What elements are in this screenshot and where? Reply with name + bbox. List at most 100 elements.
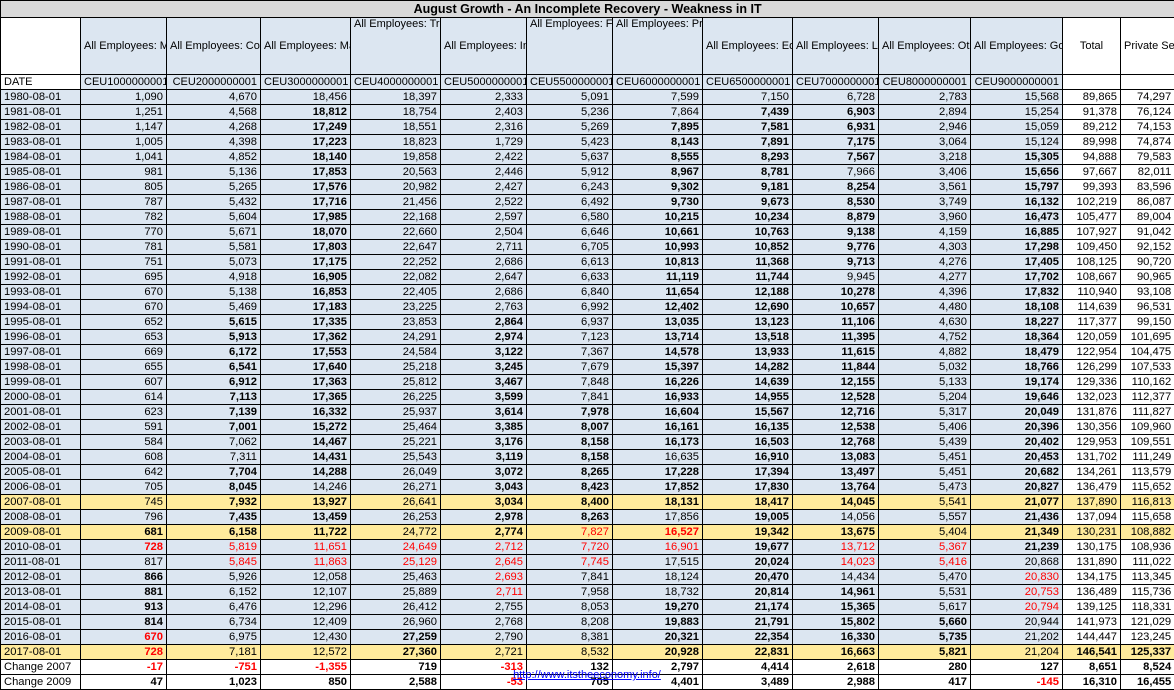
table-cell: 5,236 [527, 105, 613, 120]
table-cell: 817 [81, 555, 167, 570]
table-cell: 12,402 [613, 300, 703, 315]
table-cell: 15,365 [793, 600, 879, 615]
table-cell: 8,158 [527, 450, 613, 465]
table-cell: 12,768 [793, 435, 879, 450]
table-cell: 20,321 [613, 630, 703, 645]
table-cell: 110,162 [1121, 375, 1174, 390]
table-cell: 23,853 [351, 315, 441, 330]
row-date: 2010-08-01 [1, 540, 81, 555]
table-cell: 12,528 [793, 390, 879, 405]
table-cell: 10,661 [613, 225, 703, 240]
table-cell: 17,985 [261, 210, 351, 225]
row-date: 2000-08-01 [1, 390, 81, 405]
table-cell: 16,604 [613, 405, 703, 420]
table-cell: 15,802 [793, 615, 879, 630]
table-cell: 7,175 [793, 135, 879, 150]
table-cell: 14,282 [703, 360, 793, 375]
table-cell: 728 [81, 540, 167, 555]
table-cell: 2,427 [441, 180, 527, 195]
table-cell: 101,695 [1121, 330, 1174, 345]
table-cell: 805 [81, 180, 167, 195]
column-header: Total [1063, 18, 1121, 75]
table-cell: 17,298 [971, 240, 1063, 255]
table-cell: 695 [81, 270, 167, 285]
table-cell: 5,604 [167, 210, 261, 225]
table-cell: 11,106 [793, 315, 879, 330]
table-cell: 16,933 [613, 390, 703, 405]
table-cell: 11,395 [793, 330, 879, 345]
table-cell: 146,541 [1063, 645, 1121, 660]
series-code: CEU9000000001 [971, 75, 1063, 90]
row-date: 2001-08-01 [1, 405, 81, 420]
column-header: All Employees: Education and Health Serv… [703, 18, 793, 75]
row-date: 1990-08-01 [1, 240, 81, 255]
series-code: CEU2000000001 [167, 75, 261, 90]
employment-table: August Growth - An Incomplete Recovery -… [0, 0, 1174, 690]
table-cell: 20,682 [971, 465, 1063, 480]
table-cell: 11,615 [793, 345, 879, 360]
table-cell: 24,584 [351, 345, 441, 360]
table-cell: 18,456 [261, 90, 351, 105]
table-cell: 623 [81, 405, 167, 420]
table-cell: 5,265 [167, 180, 261, 195]
table-cell: 5,406 [879, 420, 971, 435]
table-cell: 5,204 [879, 390, 971, 405]
table-cell: 115,658 [1121, 510, 1174, 525]
table-cell: 5,926 [167, 570, 261, 585]
table-cell: 13,712 [793, 540, 879, 555]
table-cell: 25,812 [351, 375, 441, 390]
row-date: 2011-08-01 [1, 555, 81, 570]
table-cell: 5,404 [879, 525, 971, 540]
table-cell: 13,497 [793, 465, 879, 480]
table-row: 2003-08-015847,06214,46725,2213,1768,158… [1, 435, 1174, 450]
table-cell: 8,265 [527, 465, 613, 480]
table-row: 2016-08-016706,97512,43027,2592,7908,381… [1, 630, 1174, 645]
column-header: All Employees: Other Services [879, 18, 971, 75]
table-cell: 13,933 [703, 345, 793, 360]
table-cell: 1,005 [81, 135, 167, 150]
table-cell: 20,563 [351, 165, 441, 180]
table-cell: 18,551 [351, 120, 441, 135]
table-cell: 17,716 [261, 195, 351, 210]
table-cell: 2,783 [879, 90, 971, 105]
table-cell: 7,864 [613, 105, 703, 120]
table-row: 1984-08-011,0414,85218,14019,8582,4225,6… [1, 150, 1174, 165]
table-cell: 9,776 [793, 240, 879, 255]
row-date: 1995-08-01 [1, 315, 81, 330]
table-cell: 25,543 [351, 450, 441, 465]
row-date: 2004-08-01 [1, 450, 81, 465]
table-cell: 5,912 [527, 165, 613, 180]
table-row: 1991-08-017515,07317,17522,2522,6866,613… [1, 255, 1174, 270]
table-cell: 5,091 [527, 90, 613, 105]
table-cell: 17,553 [261, 345, 351, 360]
table-cell: 94,888 [1063, 150, 1121, 165]
table-cell: 25,463 [351, 570, 441, 585]
table-cell: 74,297 [1121, 90, 1174, 105]
table-cell: 14,578 [613, 345, 703, 360]
table-cell: 5,032 [879, 360, 971, 375]
table-cell: 728 [81, 645, 167, 660]
table-cell: 19,883 [613, 615, 703, 630]
table-cell: 787 [81, 195, 167, 210]
table-cell: 1,729 [441, 135, 527, 150]
series-code: CEU7000000001 [793, 75, 879, 90]
table-cell: 10,278 [793, 285, 879, 300]
table-cell: 24,772 [351, 525, 441, 540]
row-date: 2013-08-01 [1, 585, 81, 600]
table-cell: 4,480 [879, 300, 971, 315]
table-cell: 17,515 [613, 555, 703, 570]
table-cell: 14,288 [261, 465, 351, 480]
table-cell: 15,272 [261, 420, 351, 435]
table-cell: 2,522 [441, 195, 527, 210]
table-cell: 2,946 [879, 120, 971, 135]
source-link[interactable]: http://www.itstheeconomy.info/ [513, 669, 661, 681]
table-cell: 3,034 [441, 495, 527, 510]
table-cell: 108,125 [1063, 255, 1121, 270]
table-cell: 17,832 [971, 285, 1063, 300]
table-cell: 19,646 [971, 390, 1063, 405]
table-cell: 2,711 [441, 585, 527, 600]
table-cell: 137,890 [1063, 495, 1121, 510]
table-cell: 16,635 [613, 450, 703, 465]
table-cell: 7,827 [527, 525, 613, 540]
table-cell: 20,396 [971, 420, 1063, 435]
